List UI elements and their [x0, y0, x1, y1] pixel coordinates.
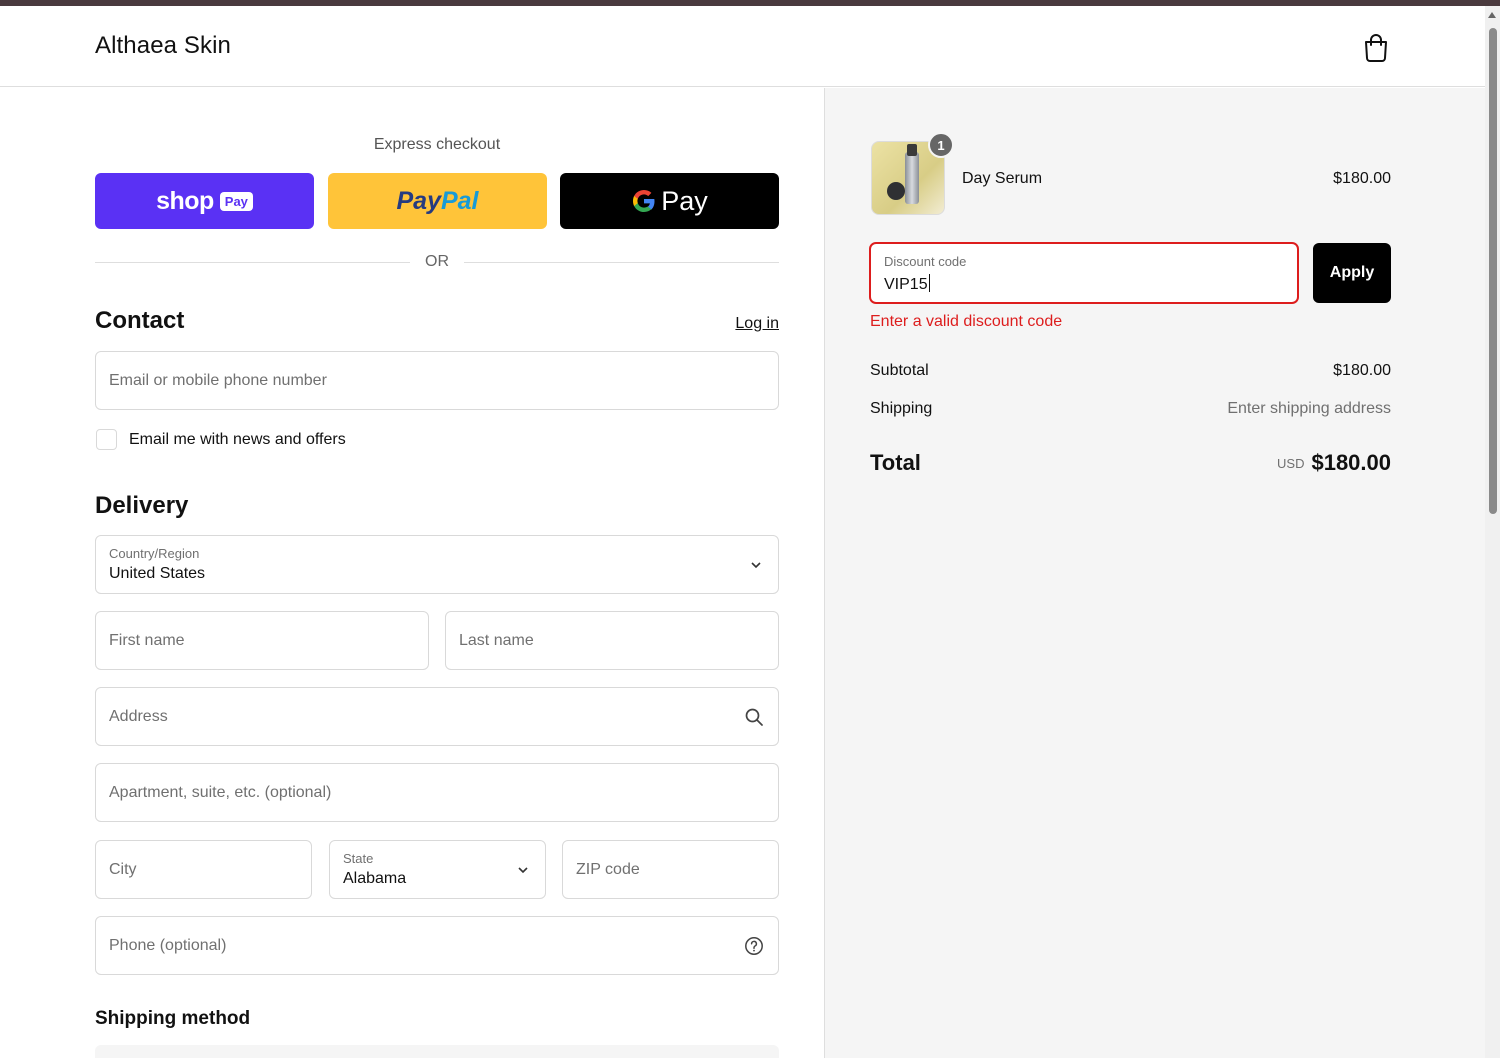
quantity-badge: 1: [928, 132, 954, 158]
checkout-form: Express checkout shop Pay Pay Pal Pay OR …: [0, 88, 824, 1058]
product-bottle-shape: [905, 152, 919, 204]
city-field[interactable]: [109, 841, 298, 898]
total-value-wrap: USD $180.00: [1125, 450, 1391, 476]
product-name: Day Serum: [962, 170, 1043, 187]
last-name-wrap: [445, 611, 779, 670]
email-field-wrap: [95, 351, 779, 410]
contact-title: Contact: [95, 307, 185, 334]
total-label: Total: [870, 450, 921, 475]
google-g-icon: [633, 190, 655, 212]
or-divider: OR: [95, 252, 779, 272]
google-pay-button[interactable]: Pay: [560, 173, 779, 229]
paypal-button[interactable]: Pay Pal: [328, 173, 547, 229]
shop-pay-pill: Pay: [219, 191, 253, 211]
country-label: Country/Region: [109, 546, 200, 561]
shipping-value: Enter shipping address: [1227, 400, 1391, 417]
newsletter-label[interactable]: Email me with news and offers: [129, 431, 346, 449]
shop-pay-text: shop: [156, 186, 214, 215]
or-text: OR: [425, 253, 449, 270]
product-price: $180.00: [1333, 170, 1391, 187]
google-pay-text: Pay: [661, 185, 708, 216]
address-wrap: [95, 687, 779, 746]
first-name-wrap: [95, 611, 429, 670]
email-field[interactable]: [109, 352, 765, 409]
discount-code-field[interactable]: Discount code VIP15: [869, 242, 1299, 304]
text-caret: [928, 274, 930, 292]
delivery-title: Delivery: [95, 492, 189, 519]
scrollbar-thumb[interactable]: [1489, 28, 1497, 514]
country-value: United States: [109, 565, 206, 582]
zip-field[interactable]: [576, 841, 765, 898]
discount-code-value: VIP15: [884, 276, 928, 293]
paypal-text-part1: Pay: [396, 186, 441, 215]
chevron-down-icon: [751, 562, 761, 569]
shipping-label: Shipping: [870, 400, 933, 417]
phone-field[interactable]: [109, 917, 765, 974]
total-value: $180.00: [1311, 450, 1391, 475]
state-value: Alabama: [343, 870, 407, 887]
discount-code-value-wrap: VIP15: [884, 274, 930, 294]
page-scrollbar[interactable]: [1485, 6, 1500, 1058]
order-summary: 1 Day Serum $180.00 Discount code VIP15 …: [824, 88, 1485, 1058]
newsletter-checkbox[interactable]: [96, 429, 117, 450]
site-header: Althaea Skin: [0, 6, 1485, 87]
apartment-field[interactable]: [109, 764, 765, 821]
express-checkout-label: Express checkout: [373, 136, 501, 153]
apply-discount-button[interactable]: Apply: [1313, 243, 1391, 303]
product-bottle-cap: [907, 144, 917, 156]
address-field[interactable]: [109, 688, 765, 745]
search-icon[interactable]: [744, 707, 764, 727]
discount-code-label: Discount code: [884, 254, 967, 269]
first-name-field[interactable]: [109, 612, 415, 669]
last-name-field[interactable]: [459, 612, 765, 669]
paypal-text-part2: Pal: [440, 186, 479, 215]
discount-error-message: Enter a valid discount code: [870, 313, 1063, 330]
city-wrap: [95, 840, 312, 899]
shop-pay-button[interactable]: shop Pay: [95, 173, 314, 229]
newsletter-row: Email me with news and offers: [96, 429, 346, 450]
subtotal-label: Subtotal: [870, 362, 929, 379]
scroll-up-arrow-icon[interactable]: [1488, 12, 1496, 18]
shipping-method-box: [95, 1045, 779, 1058]
apartment-wrap: [95, 763, 779, 822]
state-select[interactable]: State Alabama: [329, 840, 546, 899]
chevron-down-icon: [518, 867, 528, 874]
currency-code: USD: [1277, 456, 1305, 471]
shopping-bag-icon[interactable]: [1362, 32, 1390, 62]
country-select[interactable]: Country/Region United States: [95, 535, 779, 594]
state-label: State: [343, 851, 374, 866]
shipping-method-title: Shipping method: [95, 1008, 251, 1029]
zip-wrap: [562, 840, 779, 899]
help-circle-icon[interactable]: [744, 936, 764, 956]
subtotal-value: $180.00: [1333, 362, 1391, 379]
brand-logo[interactable]: Althaea Skin: [95, 32, 231, 60]
login-link[interactable]: Log in: [690, 315, 779, 333]
phone-wrap: [95, 916, 779, 975]
product-jar-shape: [887, 182, 905, 200]
